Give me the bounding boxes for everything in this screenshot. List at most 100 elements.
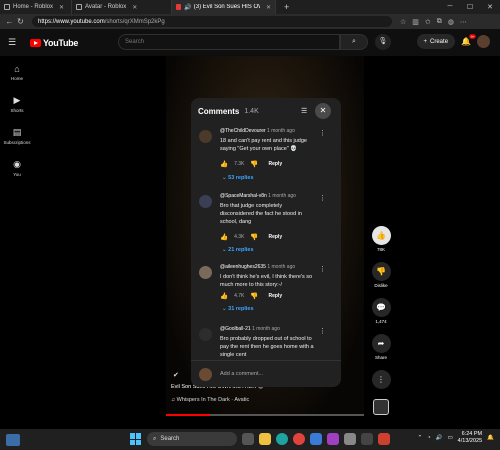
new-tab-button[interactable]: +	[276, 2, 297, 12]
start-button[interactable]	[130, 433, 142, 445]
more-menu-icon[interactable]: ⋯	[460, 18, 467, 26]
comment-author[interactable]: @Goolball-21	[220, 326, 251, 332]
sidebar-item-subscriptions[interactable]: ▤ Subscriptions	[0, 120, 34, 152]
dislike-button[interactable]: 👎	[371, 262, 391, 281]
close-window-icon[interactable]: ✕	[480, 3, 500, 11]
video-progress-bar[interactable]	[166, 414, 364, 416]
close-tab-icon[interactable]: ✕	[132, 4, 137, 11]
sound-thumbnail[interactable]	[373, 399, 389, 415]
reply-button[interactable]: Reply	[268, 234, 282, 240]
sidebar-item-shorts[interactable]: ▶ Shorts	[0, 88, 34, 120]
sound-thumbnail-action	[370, 399, 392, 415]
menu-icon[interactable]: ☰	[8, 37, 24, 48]
youtube-play-icon	[30, 38, 41, 47]
tab-youtube-active[interactable]: 🔊 (3) Evil Son Sues HIS OWN M ✕	[172, 0, 276, 14]
more-options-button[interactable]: ⋮	[371, 370, 391, 389]
comment-like-count: 4.3K	[234, 234, 245, 240]
search-input[interactable]: Search	[118, 34, 340, 50]
back-icon[interactable]: ←	[4, 17, 15, 26]
commenter-avatar[interactable]	[199, 130, 212, 143]
taskbar-search[interactable]: ⌕ Search	[147, 432, 237, 446]
tab-home-roblox[interactable]: Home - Roblox ✕	[0, 0, 72, 14]
search-button[interactable]: ⌕	[340, 34, 368, 50]
maximize-icon[interactable]: ☐	[460, 3, 480, 11]
comments-count: 1.4K	[244, 107, 259, 115]
share-button[interactable]: ➦	[371, 334, 391, 353]
sort-icon[interactable]: ☰	[301, 107, 307, 115]
profile-icon[interactable]: ◍	[448, 18, 454, 26]
weather-widget-icon[interactable]	[6, 433, 20, 446]
comment-author[interactable]: @aileenhughes2635	[220, 264, 266, 270]
comment-more-icon[interactable]: ⋮	[319, 194, 326, 202]
url-field[interactable]: https://www.youtube.com/shorts/qrXMmSp2k…	[32, 16, 392, 27]
refresh-icon[interactable]: ↻	[15, 17, 26, 26]
comment-author[interactable]: @TheChildDevourer	[220, 128, 266, 134]
video-music-label[interactable]: ♫ Whispers In The Dark · Avatic	[171, 397, 249, 403]
minimize-icon[interactable]: ─	[440, 3, 460, 11]
comment-more-icon[interactable]: ⋮	[319, 327, 326, 335]
thumbs-up-icon[interactable]: 👍	[220, 160, 228, 168]
app-icon[interactable]	[378, 433, 390, 445]
thumbs-down-icon[interactable]: 👎	[250, 292, 258, 300]
roblox-favicon-icon	[4, 4, 10, 10]
tab-avatar-roblox[interactable]: Avatar - Roblox ✕	[72, 0, 172, 14]
notification-badge: 9+	[469, 34, 476, 39]
create-button[interactable]: + Create	[416, 34, 456, 49]
voice-search-button[interactable]: 🎙	[375, 34, 391, 50]
thumbs-up-icon[interactable]: 👍	[220, 292, 228, 300]
audio-icon[interactable]: 🔊	[184, 4, 191, 11]
chevron-up-icon[interactable]: ⌃	[418, 435, 423, 441]
collections-icon[interactable]: ⧉	[437, 18, 442, 26]
sidebar-item-you[interactable]: ◉ You	[0, 152, 34, 184]
discord-icon[interactable]	[327, 433, 339, 445]
share-icon: ➦	[377, 339, 385, 348]
battery-icon[interactable]: ▭	[447, 435, 452, 441]
close-tab-icon[interactable]: ✕	[59, 4, 64, 11]
file-explorer-icon[interactable]	[259, 433, 271, 445]
comment-author[interactable]: @SpaceMarshal-v8n	[220, 193, 267, 199]
view-replies-button[interactable]: ⌄ 21 replies	[222, 247, 254, 253]
store-icon[interactable]	[310, 433, 322, 445]
commenter-avatar[interactable]	[199, 195, 212, 208]
wifi-icon[interactable]: ◔	[427, 435, 430, 441]
sidebar-item-home[interactable]: ⌂ Home	[0, 56, 34, 88]
windows-taskbar: ⌕ Search ⌃ ◔ 🔊 ▭ 6:24 PM 4/13/2025 🔔	[0, 429, 500, 450]
commenter-avatar[interactable]	[199, 328, 212, 341]
notifications-icon[interactable]: 🔔	[487, 435, 494, 441]
thumbs-down-icon[interactable]: 👎	[250, 160, 258, 168]
comment-time: 1 month ago	[267, 128, 295, 134]
thumbs-down-icon[interactable]: 👎	[250, 233, 258, 241]
volume-icon[interactable]: 🔊	[436, 435, 443, 441]
view-replies-button[interactable]: ⌄ 53 replies	[222, 175, 254, 181]
clock[interactable]: 6:24 PM 4/13/2025	[458, 431, 482, 445]
app-icon[interactable]	[361, 433, 373, 445]
comment-more-icon[interactable]: ⋮	[319, 265, 326, 273]
search-icon: ⌕	[352, 38, 356, 45]
like-button[interactable]: 👍	[371, 226, 391, 245]
share-label: Share	[374, 355, 387, 360]
comments-button[interactable]: 💬	[371, 298, 391, 317]
favorites-icon[interactable]: ✩	[425, 18, 431, 26]
roblox-icon[interactable]	[344, 433, 356, 445]
close-tab-icon[interactable]: ✕	[266, 4, 271, 11]
home-icon: ⌂	[14, 63, 20, 74]
comment-actions: 👍 4.3K 👎 Reply	[220, 233, 282, 241]
commenter-avatar[interactable]	[199, 266, 212, 279]
close-comments-button[interactable]: ✕	[315, 103, 331, 119]
youtube-logo[interactable]: YouTube	[30, 38, 78, 48]
thumbs-up-icon[interactable]: 👍	[220, 233, 228, 241]
split-screen-icon[interactable]: ▥	[412, 18, 419, 26]
add-comment-input[interactable]: Add a comment...	[220, 371, 263, 377]
task-view-icon[interactable]	[242, 433, 254, 445]
reply-button[interactable]: Reply	[268, 293, 282, 299]
bookmark-star-icon[interactable]: ☆	[400, 18, 406, 26]
reply-button[interactable]: Reply	[268, 161, 282, 167]
edge-browser-icon[interactable]	[276, 433, 288, 445]
view-replies-button[interactable]: ⌄ 31 replies	[222, 306, 254, 312]
account-avatar[interactable]	[477, 35, 490, 48]
chrome-icon[interactable]	[293, 433, 305, 445]
replies-count: 21 replies	[228, 247, 254, 253]
channel-like-icon[interactable]: ✔	[173, 371, 179, 379]
comment-more-icon[interactable]: ⋮	[319, 129, 326, 137]
notifications-button[interactable]: 🔔 9+	[461, 34, 476, 46]
